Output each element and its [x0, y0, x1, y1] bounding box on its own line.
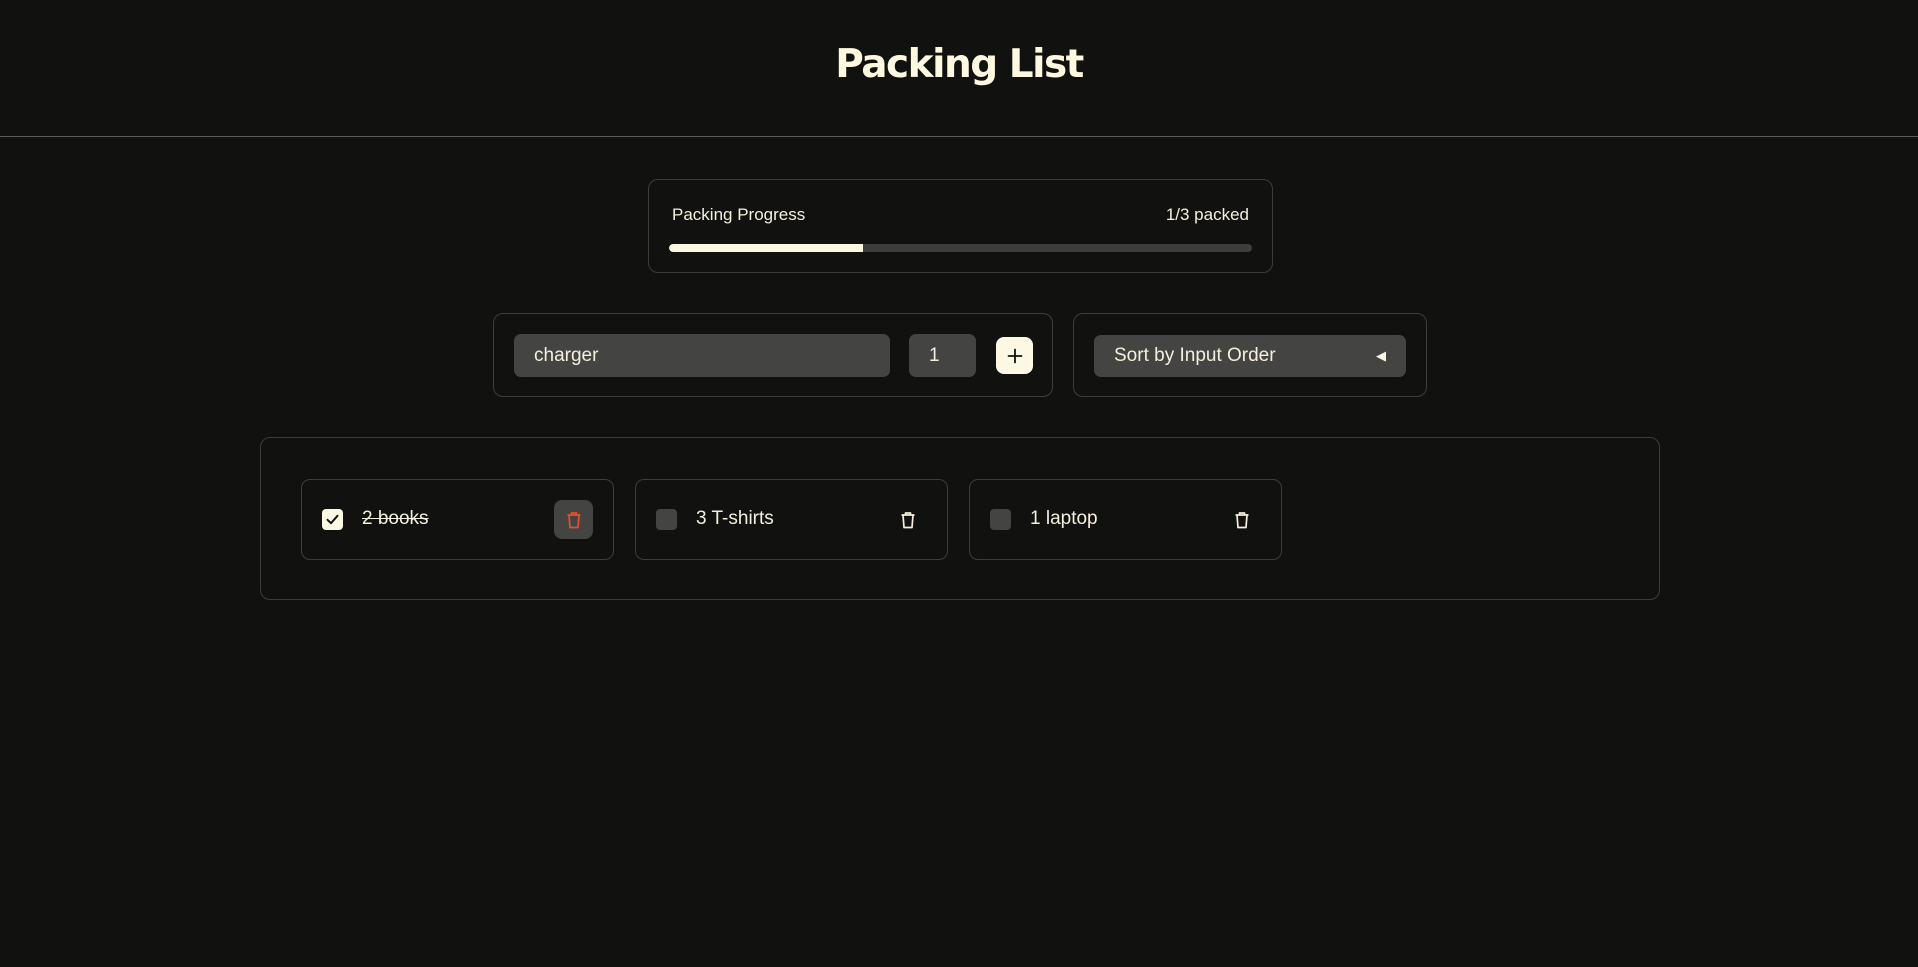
page-title: Packing List — [835, 42, 1084, 87]
sort-panel: Sort by Input Order ◀ — [1073, 313, 1427, 397]
quantity-input[interactable] — [909, 334, 976, 377]
sort-select-value: Sort by Input Order — [1114, 345, 1276, 366]
progress-bar-fill — [669, 244, 864, 252]
page-header: Packing List — [0, 0, 1918, 137]
delete-item-button[interactable] — [1222, 500, 1261, 539]
trash-icon — [901, 511, 914, 528]
item-checkbox[interactable] — [990, 509, 1011, 530]
item-label: 1 laptop — [1030, 508, 1098, 529]
progress-panel: Packing Progress 1/3 packed — [648, 179, 1273, 273]
delete-item-button[interactable] — [554, 500, 593, 539]
item-label: 3 T-shirts — [696, 508, 774, 529]
delete-item-button[interactable] — [888, 500, 927, 539]
trash-icon — [1235, 511, 1248, 528]
trash-icon — [567, 511, 580, 528]
item-label: 2 books — [362, 508, 429, 529]
item-checkbox[interactable] — [322, 509, 343, 530]
list-item: 1 laptop — [969, 479, 1282, 560]
progress-label: Packing Progress — [672, 205, 806, 224]
item-checkbox[interactable] — [656, 509, 677, 530]
add-item-form — [493, 313, 1053, 397]
progress-count: 1/3 packed — [1165, 205, 1249, 224]
item-name-input[interactable] — [514, 334, 890, 377]
plus-icon — [1007, 348, 1022, 363]
list-item: 2 books — [301, 479, 614, 560]
checkmark-icon — [326, 514, 339, 525]
add-item-button[interactable] — [996, 337, 1033, 374]
triangle-left-icon: ◀ — [1376, 348, 1386, 363]
packing-list: 2 books 3 T-shirts 1 laptop — [260, 437, 1660, 600]
progress-bar — [669, 244, 1252, 252]
sort-select[interactable]: Sort by Input Order ◀ — [1094, 335, 1406, 377]
list-item: 3 T-shirts — [635, 479, 948, 560]
